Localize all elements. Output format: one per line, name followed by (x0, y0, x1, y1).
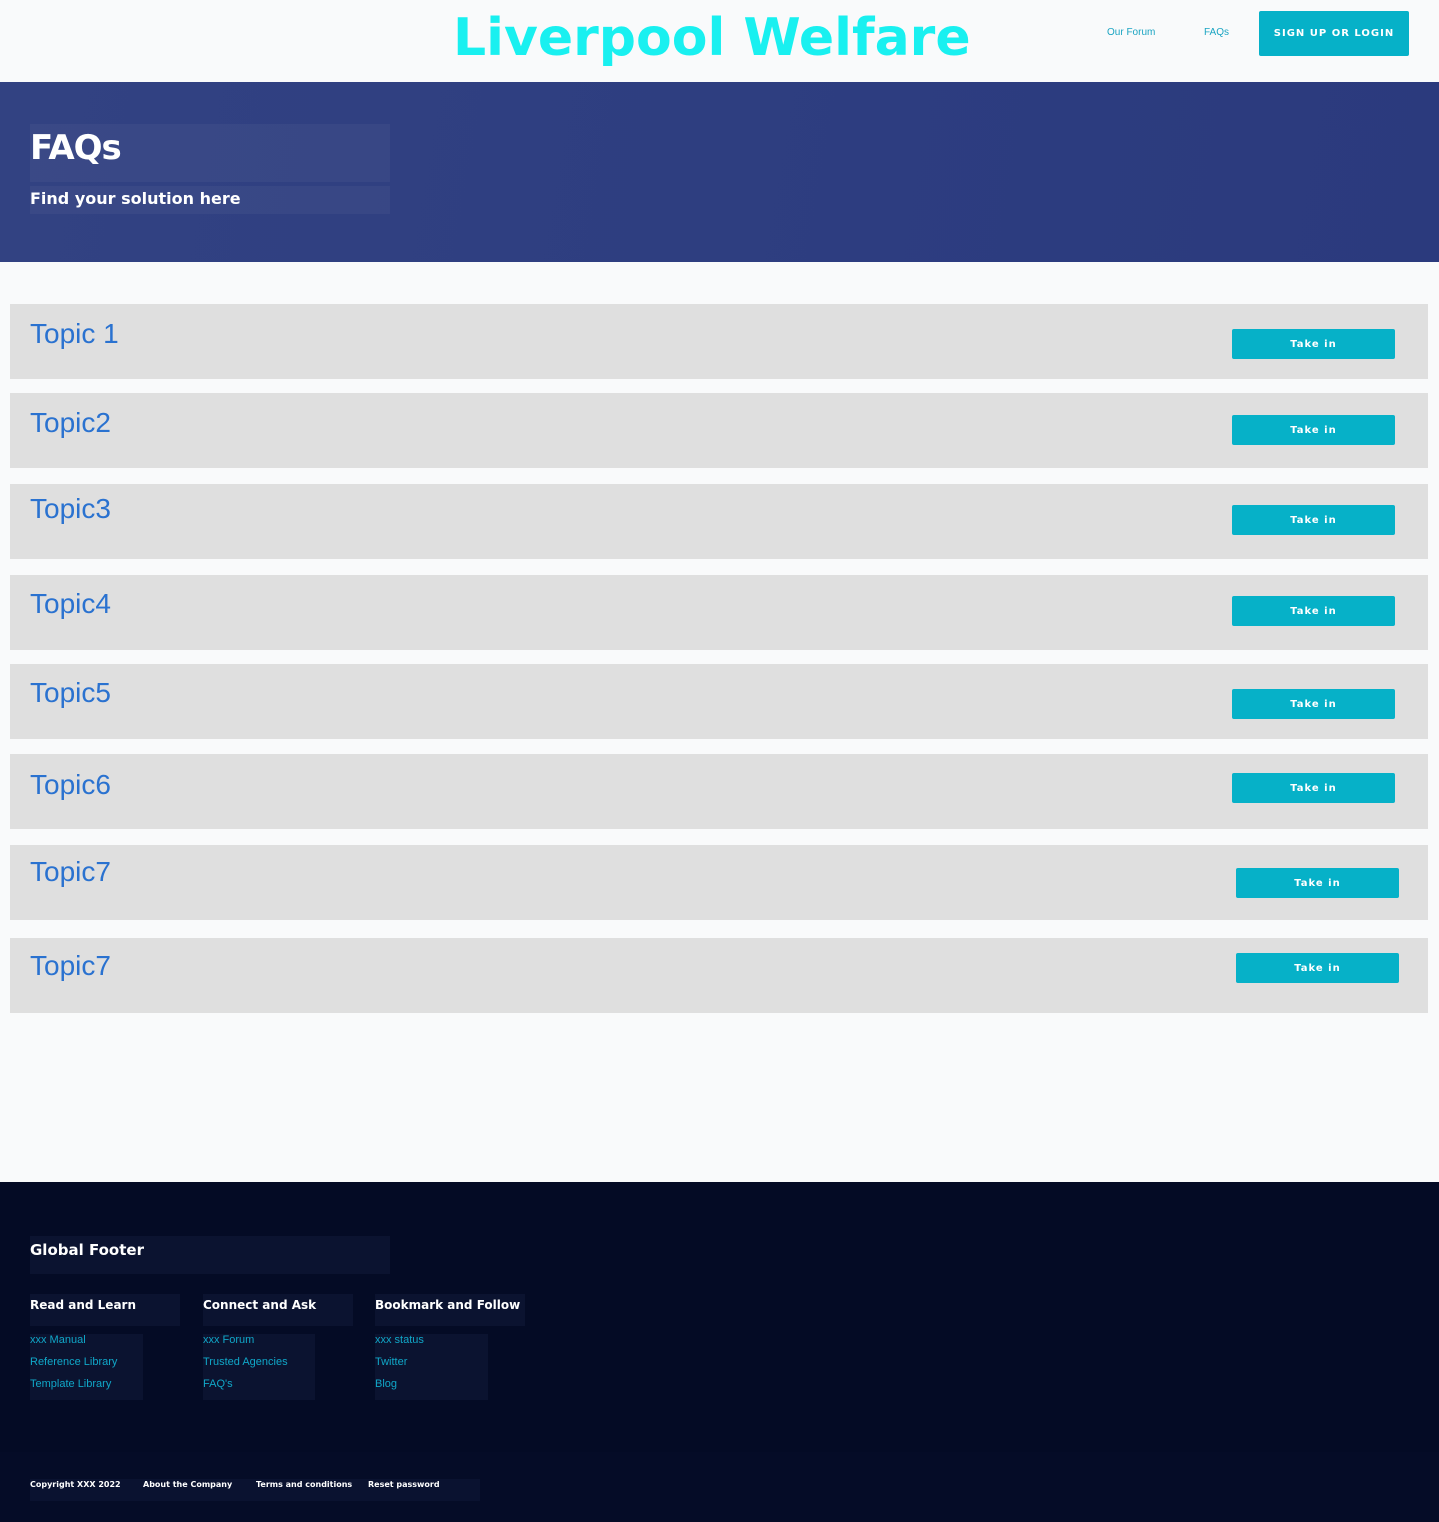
footer-link-status[interactable]: xxx status (375, 1334, 424, 1346)
nav-link-our-forum[interactable]: Our Forum (1107, 27, 1155, 38)
topic-row: Topic5 Take in (10, 664, 1428, 739)
nav-link-faqs[interactable]: FAQs (1204, 27, 1229, 38)
topic-row: Topic7 Take in (10, 845, 1428, 920)
topic-row: Topic3 Take in (10, 484, 1428, 559)
global-footer: Global Footer Read and Learn Connect and… (0, 1182, 1439, 1522)
topic-title: Topic7 (30, 856, 111, 887)
footer-link-reference-library[interactable]: Reference Library (30, 1356, 117, 1368)
footer-column-title-read-and-learn: Read and Learn (30, 1298, 136, 1312)
topic-title: Topic7 (30, 950, 111, 981)
footer-heading: Global Footer (30, 1241, 144, 1259)
take-in-button[interactable]: Take in (1236, 953, 1399, 983)
topic-row: Topic2 Take in (10, 393, 1428, 468)
hero-banner: FAQs Find your solution here (0, 82, 1439, 262)
take-in-button[interactable]: Take in (1232, 329, 1395, 359)
page-subtitle: Find your solution here (30, 189, 241, 208)
footer-link-forum[interactable]: xxx Forum (203, 1334, 254, 1346)
topic-title: Topic4 (30, 588, 111, 619)
footer-link-about-company[interactable]: About the Company (143, 1480, 232, 1489)
footer-link-faqs[interactable]: FAQ's (203, 1378, 233, 1390)
take-in-button[interactable]: Take in (1232, 505, 1395, 535)
footer-column-title-connect-and-ask: Connect and Ask (203, 1298, 317, 1312)
topic-title: Topic5 (30, 677, 111, 708)
footer-column-title-bookmark-and-follow: Bookmark and Follow (375, 1298, 521, 1312)
footer-copyright: Copyright XXX 2022 (30, 1480, 121, 1489)
take-in-button[interactable]: Take in (1232, 773, 1395, 803)
topic-title: Topic3 (30, 493, 111, 524)
take-in-button[interactable]: Take in (1232, 415, 1395, 445)
topic-title: Topic 1 (30, 318, 119, 349)
footer-link-reset-password[interactable]: Reset password (368, 1480, 440, 1489)
topic-title: Topic2 (30, 407, 111, 438)
topic-row: Topic 1 Take in (10, 304, 1428, 379)
footer-link-trusted-agencies[interactable]: Trusted Agencies (203, 1356, 288, 1368)
site-title[interactable]: Liverpool Welfare (453, 6, 971, 70)
take-in-button[interactable]: Take in (1232, 596, 1395, 626)
take-in-button[interactable]: Take in (1236, 868, 1399, 898)
footer-link-terms[interactable]: Terms and conditions (256, 1480, 352, 1489)
footer-link-template-library[interactable]: Template Library (30, 1378, 111, 1390)
topic-row: Topic6 Take in (10, 754, 1428, 829)
sign-up-or-login-button[interactable]: SIGN UP OR LOGIN (1259, 11, 1409, 56)
footer-link-blog[interactable]: Blog (375, 1378, 397, 1390)
footer-link-twitter[interactable]: Twitter (375, 1356, 407, 1368)
take-in-button[interactable]: Take in (1232, 689, 1395, 719)
footer-link-manual[interactable]: xxx Manual (30, 1334, 86, 1346)
page-title: FAQs (30, 128, 122, 168)
topic-row: Topic7 Take in (10, 938, 1428, 1013)
topic-row: Topic4 Take in (10, 575, 1428, 650)
site-header: Liverpool Welfare Our Forum FAQs SIGN UP… (0, 0, 1439, 82)
topic-title: Topic6 (30, 769, 111, 800)
